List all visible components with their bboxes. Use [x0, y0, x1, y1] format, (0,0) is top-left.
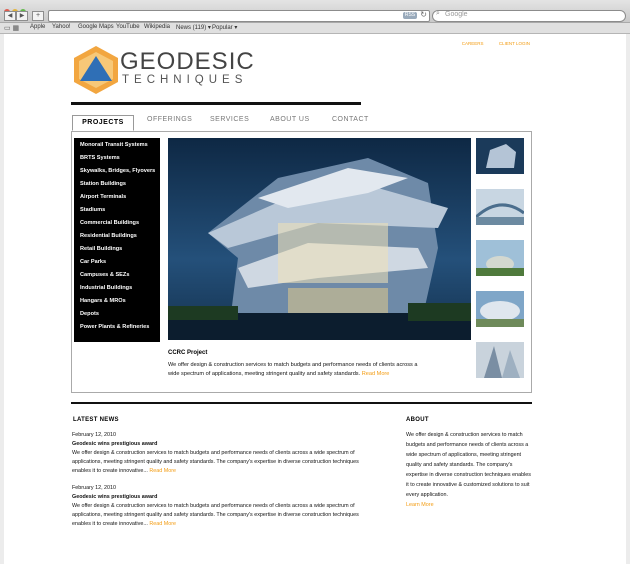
- about-section: We offer design & construction services …: [406, 430, 532, 510]
- thumbnail-2[interactable]: [474, 189, 525, 225]
- bookmark-item[interactable]: Yahoo!: [52, 24, 71, 30]
- thumbnail-1[interactable]: [476, 138, 524, 174]
- rss-badge[interactable]: RSS: [403, 12, 417, 19]
- back-button[interactable]: ◀: [4, 11, 16, 21]
- learn-more-link[interactable]: Learn More: [406, 502, 434, 508]
- project-categories: Monorail Transit Systems BRTS Systems Sk…: [74, 138, 160, 342]
- web-page: CAREERS CLIENT LOGIN GEODESIC TECHNIQUES…: [4, 34, 626, 564]
- news-item: February 12, 2010 Geodesic wins prestigi…: [72, 431, 372, 476]
- read-more-link[interactable]: Read More: [362, 371, 390, 377]
- tab-contact[interactable]: CONTACT: [332, 116, 369, 123]
- sidebar-item-hangars[interactable]: Hangars & MROs: [80, 298, 160, 305]
- tab-services[interactable]: SERVICES: [210, 116, 249, 123]
- browser-window: ◀ ▶ + RSS ↻ ⌕ Google ▭ ▦ Apple Yahoo! Goo…: [0, 0, 630, 564]
- feature-title: CCRC Project: [168, 350, 208, 356]
- news-body: We offer design & construction services …: [72, 449, 372, 476]
- bookmark-item[interactable]: Google Maps: [78, 24, 114, 30]
- news-body: We offer design & construction services …: [72, 502, 372, 529]
- sidebar-item-stations[interactable]: Station Buildings: [80, 181, 160, 188]
- about-heading: ABOUT: [406, 417, 429, 423]
- browser-toolbar: ◀ ▶ + RSS ↻ ⌕ Google: [0, 0, 630, 23]
- sidebar-item-industrial[interactable]: Industrial Buildings: [80, 285, 160, 292]
- tab-about-us[interactable]: ABOUT US: [270, 116, 310, 123]
- featured-project-image[interactable]: [168, 138, 471, 340]
- forward-button[interactable]: ▶: [16, 11, 28, 21]
- sidebar-item-stadiums[interactable]: Stadiums: [80, 207, 160, 214]
- sidebar-item-brts[interactable]: BRTS Systems: [80, 155, 160, 162]
- bookmark-item[interactable]: Wikipedia: [144, 24, 170, 30]
- sidebar-item-monorail[interactable]: Monorail Transit Systems: [80, 142, 160, 149]
- news-read-more-link[interactable]: Read More: [149, 521, 176, 527]
- bookmark-item[interactable]: YouTube: [116, 24, 140, 30]
- news-item: February 12, 2010 Geodesic wins prestigi…: [72, 484, 372, 529]
- sidebar-item-airports[interactable]: Airport Terminals: [80, 194, 160, 201]
- latest-news-heading: LATEST NEWS: [73, 417, 119, 423]
- news-text: We offer design & construction services …: [72, 503, 359, 527]
- tab-offerings[interactable]: OFFERINGS: [147, 116, 192, 123]
- news-text: We offer design & construction services …: [72, 450, 359, 474]
- about-text: We offer design & construction services …: [406, 432, 531, 498]
- reload-icon[interactable]: ↻: [420, 10, 427, 19]
- sidebar-item-campuses[interactable]: Campuses & SEZs: [80, 272, 160, 279]
- thumbnail-4[interactable]: [476, 291, 524, 327]
- thumbnail-3[interactable]: [476, 240, 524, 276]
- sidebar-item-residential[interactable]: Residential Buildings: [80, 233, 160, 240]
- search-input[interactable]: ⌕ Google: [432, 10, 626, 22]
- news-read-more-link[interactable]: Read More: [149, 468, 176, 474]
- news-title[interactable]: Geodesic wins prestigious award: [72, 493, 372, 502]
- address-bar[interactable]: RSS ↻: [48, 10, 430, 22]
- careers-link[interactable]: CAREERS: [462, 41, 484, 46]
- bookmark-item[interactable]: News (119) ▾: [176, 24, 211, 31]
- feature-description: We offer design & construction services …: [168, 361, 428, 379]
- search-placeholder: Google: [445, 11, 468, 18]
- brand-name: GEODESIC: [120, 48, 255, 75]
- bookmark-item[interactable]: Apple: [30, 24, 45, 30]
- sidebar-item-car-parks[interactable]: Car Parks: [80, 259, 160, 266]
- bookmarks-bar: ▭ ▦ Apple Yahoo! Google Maps YouTube Wik…: [0, 23, 630, 34]
- sidebar-item-skywalks[interactable]: Skywalks, Bridges, Flyovers: [80, 168, 160, 175]
- sidebar-item-commercial[interactable]: Commercial Buildings: [80, 220, 160, 227]
- project-thumbnails: [474, 138, 525, 393]
- search-icon: ⌕: [436, 10, 440, 17]
- bookmark-item[interactable]: Popular ▾: [212, 24, 237, 31]
- content-divider: [71, 402, 532, 404]
- news-list: February 12, 2010 Geodesic wins prestigi…: [72, 431, 372, 537]
- sidebar-item-power-plants[interactable]: Power Plants & Refineries: [80, 324, 160, 331]
- geodesic-logo-icon[interactable]: [71, 44, 121, 96]
- header-divider: [71, 102, 361, 105]
- news-date: February 12, 2010: [72, 432, 117, 438]
- add-bookmark-button[interactable]: +: [32, 11, 44, 21]
- client-login-link[interactable]: CLIENT LOGIN: [499, 41, 530, 46]
- main-tabs: PROJECTS OFFERINGS SERVICES ABOUT US CON…: [72, 115, 531, 132]
- news-date: February 12, 2010: [72, 485, 117, 491]
- top-links: CAREERS CLIENT LOGIN: [448, 41, 530, 46]
- sidebar-item-retail[interactable]: Retail Buildings: [80, 246, 160, 253]
- projects-panel: Monorail Transit Systems BRTS Systems Sk…: [71, 131, 532, 393]
- tab-projects[interactable]: PROJECTS: [72, 115, 134, 131]
- bookmarks-icon[interactable]: ▭ ▦: [4, 24, 19, 32]
- news-title[interactable]: Geodesic wins prestigious award: [72, 440, 372, 449]
- thumbnail-5[interactable]: [476, 342, 524, 378]
- brand-tagline: TECHNIQUES: [122, 74, 248, 86]
- sidebar-item-depots[interactable]: Depots: [80, 311, 160, 318]
